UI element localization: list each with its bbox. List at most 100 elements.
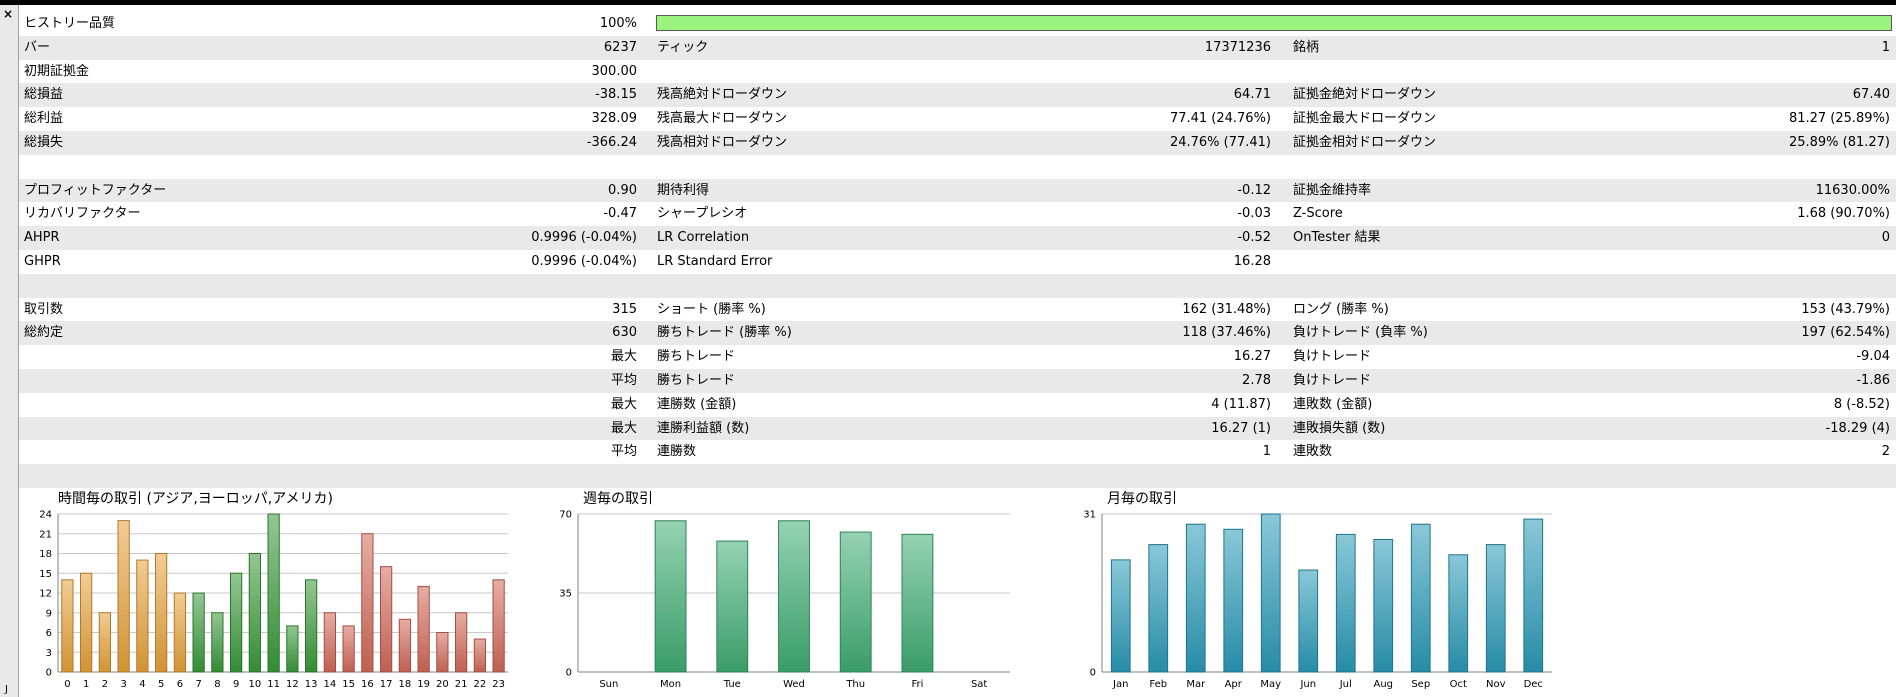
bar	[380, 566, 393, 673]
bar	[1110, 559, 1131, 673]
bar	[361, 533, 374, 673]
stat-label: LR Correlation	[657, 230, 750, 246]
stat-value: 0.90	[608, 182, 637, 198]
x-tick-label: Fri	[911, 679, 923, 690]
stat-label: 初期証拠金	[24, 63, 90, 79]
bar	[192, 592, 205, 673]
bar	[1148, 544, 1169, 673]
bar	[1185, 523, 1206, 673]
stat-label: 連敗数 (金額)	[1293, 396, 1373, 412]
stats-row: 最大 連勝利益額 (数) 16.27 (1) 連敗損失額 (数) -18.29 (4)	[19, 416, 1896, 441]
bar	[173, 592, 186, 673]
stat-label: シャープレシオ	[657, 206, 748, 222]
y-tick-label: 9	[46, 608, 52, 619]
history-quality-value: 100%	[599, 16, 637, 31]
bar	[136, 559, 149, 673]
stat-label: ロング (勝率 %)	[1293, 301, 1389, 317]
bar	[80, 572, 93, 673]
x-tick-label: 17	[380, 679, 393, 690]
x-tick-label: 2	[102, 679, 108, 690]
x-tick-label: 0	[64, 679, 70, 690]
y-tick-label: 35	[559, 589, 572, 600]
stat-label: 残高絶対ドローダウン	[657, 87, 788, 103]
stat-value: 0	[1881, 230, 1890, 246]
stat-label: 負けトレード (負率 %)	[1293, 325, 1428, 341]
stat-value: 1	[1881, 39, 1890, 55]
stats-row: 平均 勝ちトレード 2.78 負けトレード -1.86	[19, 368, 1896, 393]
stat-label: 残高最大ドローダウン	[657, 111, 788, 127]
bar	[1523, 518, 1544, 673]
stat-value: -0.03	[1237, 206, 1271, 222]
stat-value: 64.71	[1233, 87, 1271, 103]
x-tick-label: 5	[158, 679, 164, 690]
stat-value: -366.24	[586, 134, 637, 150]
stat-value: 24.76% (77.41)	[1169, 134, 1271, 150]
stat-label: 連勝数	[657, 444, 697, 460]
x-tick-label: Thu	[845, 679, 865, 690]
stats-row	[19, 273, 1896, 298]
x-tick-label: 3	[120, 679, 126, 690]
monthly-trades-chart: 月毎の取引 0 31 Jan Feb Mar Apr May Jun Jul Aug Sep Oct N…	[1080, 484, 1560, 697]
stat-label: 連敗数	[1293, 444, 1333, 460]
stat-value: 630	[612, 325, 637, 341]
x-tick-label: Jul	[1339, 679, 1352, 690]
stat-label: 勝ちトレード	[657, 372, 736, 388]
stat-label: ショート (勝率 %)	[657, 301, 766, 317]
x-tick-label: Sep	[1411, 679, 1430, 690]
side-tab-label[interactable]: J	[5, 685, 8, 695]
stat-label: 総損益	[24, 87, 64, 103]
x-tick-label: 14	[324, 679, 337, 690]
hourly-trades-chart: 時間毎の取引 (アジア,ヨーロッパ,アメリカ) 0 3 6 9 12 15 18 21 24 0 1…	[25, 484, 515, 697]
stat-value: -0.47	[603, 206, 637, 222]
stats-row: バー 6237 ティック 17371236 銘柄 1	[19, 35, 1896, 60]
stat-value: 197 (62.54%)	[1801, 325, 1890, 341]
x-tick-label: Dec	[1524, 679, 1543, 690]
stat-value: 153 (43.79%)	[1801, 301, 1890, 317]
stat-value: 17371236	[1204, 39, 1271, 55]
stat-value: -1.86	[1856, 372, 1890, 388]
x-tick-label: 11	[267, 679, 280, 690]
stat-value: 162 (31.48%)	[1182, 301, 1271, 317]
stat-value: 118 (37.46%)	[1182, 325, 1271, 341]
x-tick-label: 1	[83, 679, 89, 690]
stat-value: -18.29 (4)	[1825, 420, 1890, 436]
bar	[417, 585, 430, 673]
stat-value: 77.41 (24.76%)	[1169, 111, 1271, 127]
stat-label: 証拠金最大ドローダウン	[1293, 111, 1437, 127]
stat-value: -38.15	[595, 87, 637, 103]
stats-row: 初期証拠金 300.00	[19, 60, 1896, 84]
stat-label: 連勝利益額 (数)	[657, 420, 750, 436]
x-tick-label: Feb	[1149, 679, 1167, 690]
bar	[1298, 569, 1319, 673]
x-tick-label: 13	[305, 679, 318, 690]
stats-row: AHPR 0.9996 (-0.04%) LR Correlation -0.52 On…	[19, 226, 1896, 250]
y-tick-label: 31	[1083, 510, 1096, 521]
stat-label: 勝ちトレード	[657, 349, 736, 365]
stat-label: 連勝数 (金額)	[657, 396, 737, 412]
stat-value: 300.00	[591, 63, 638, 79]
y-tick-label: 24	[39, 510, 52, 521]
bar	[901, 533, 934, 673]
stats-row: リカバリファクター -0.47 シャープレシオ -0.03 Z-Score 1.68 (9…	[19, 202, 1896, 226]
stats-table: バー 6237 ティック 17371236 銘柄 1 初期証拠金 300.00 総損益 -38.1…	[19, 35, 1896, 488]
stat-label: 連敗損失額 (数)	[1293, 420, 1386, 436]
y-tick-label: 18	[39, 549, 52, 560]
stat-value: 315	[612, 301, 637, 317]
stat-value: 0.9996 (-0.04%)	[531, 230, 637, 246]
stats-row	[19, 155, 1896, 179]
bar	[398, 618, 411, 673]
stats-row: 最大 勝ちトレード 16.27 負けトレード -9.04	[19, 345, 1896, 369]
stat-value: 328.09	[591, 111, 638, 127]
stat-value: 67.40	[1852, 87, 1890, 103]
stat-value: -0.12	[1237, 182, 1271, 198]
stat-value: 最大	[610, 420, 637, 436]
bar	[1335, 533, 1356, 673]
stat-label: 総約定	[24, 325, 64, 341]
stat-value: 2	[1881, 444, 1890, 460]
bar	[267, 513, 280, 673]
stat-value: -9.04	[1856, 349, 1890, 365]
stat-label: ティック	[657, 39, 709, 55]
x-tick-label: 6	[177, 679, 183, 690]
close-icon[interactable]: ×	[3, 8, 13, 20]
stat-value: 4 (11.87)	[1211, 396, 1271, 412]
